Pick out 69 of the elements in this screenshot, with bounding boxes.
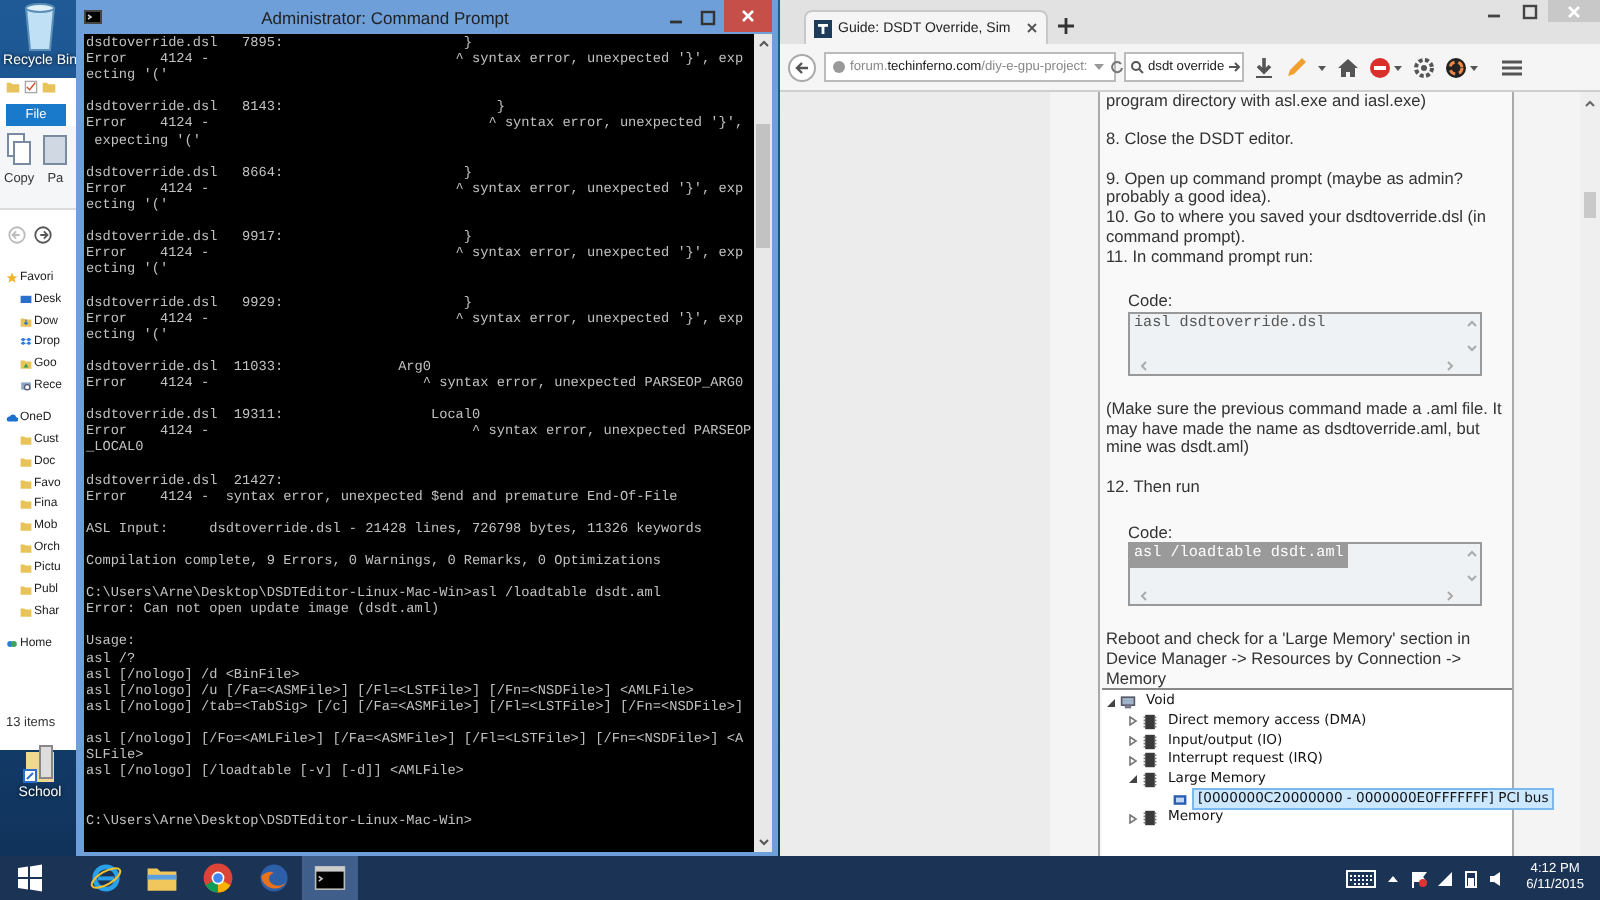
stop-sign-icon[interactable] <box>1368 55 1404 79</box>
homegroup-icon <box>6 638 18 651</box>
code-label: Code: <box>1128 523 1175 543</box>
site-logo-icon <box>814 19 832 37</box>
chip-icon <box>1142 713 1158 730</box>
star-icon <box>6 272 18 285</box>
expanded-arrow-icon[interactable] <box>1106 697 1116 708</box>
maximize-icon <box>1522 3 1538 19</box>
console-icon <box>84 10 102 24</box>
monitor-icon <box>20 294 32 307</box>
trash-bin-icon[interactable] <box>20 0 60 52</box>
collapsed-arrow-icon[interactable] <box>1128 716 1138 727</box>
e-logo-icon <box>90 862 122 894</box>
collapsed-arrow-icon[interactable] <box>1128 755 1138 766</box>
scrollbar[interactable] <box>754 34 772 852</box>
browser-logo-icon <box>202 862 234 894</box>
scroll-thumb[interactable] <box>1584 192 1596 218</box>
go-arrow-icon[interactable] <box>1228 60 1243 74</box>
collapsed-arrow-icon[interactable] <box>1128 813 1138 824</box>
post-paragraph: Reboot and check for a 'Large Memory' section in Device Manager -> Resources by Connection -> Memory <box>1106 630 1473 689</box>
color-wheel-icon[interactable] <box>1444 55 1480 79</box>
checkmark-doc-icon[interactable] <box>24 80 38 94</box>
plus-icon[interactable] <box>1056 16 1076 36</box>
fox-globe-icon <box>258 862 290 894</box>
post-paragraph: 9. Open up command prompt (maybe as admin? probably a good idea). 10. Go to where you saved your dsdtoverride.dsl (in command prompt). 11. In command prompt run: <box>1106 169 1489 267</box>
flag-icon[interactable] <box>1410 869 1429 887</box>
scroll-thumb[interactable] <box>756 124 770 248</box>
close-icon <box>1566 3 1582 19</box>
device-icon <box>1172 791 1188 808</box>
close-icon[interactable] <box>1026 22 1038 34</box>
shortcut-file-icon[interactable] <box>22 744 58 784</box>
code-label: Code: <box>1128 292 1175 312</box>
close-icon <box>740 8 756 24</box>
computer-icon <box>1120 694 1136 711</box>
post-paragraph: 12. Then run <box>1106 477 1202 497</box>
drive-folder-icon <box>20 358 32 371</box>
gear-icon[interactable] <box>1412 55 1436 79</box>
dropbox-icon <box>20 336 32 349</box>
window-title: Administrator: Command Prompt <box>259 7 511 27</box>
post-paragraph: (Make sure the previous command made a .aml file. It may have made the name as dsdtoverride.aml, but mine was dsdt.aml) <box>1106 400 1504 459</box>
copy-icon <box>6 132 33 168</box>
battery-icon[interactable] <box>1462 869 1481 887</box>
dropdown-icon[interactable] <box>1091 60 1106 74</box>
close-button[interactable] <box>724 0 772 32</box>
clipboard-icon <box>42 132 69 168</box>
back-arrow-icon <box>794 59 810 75</box>
reload-icon[interactable] <box>1109 60 1124 74</box>
download-folder-icon <box>20 315 32 328</box>
console-icon <box>314 862 346 894</box>
maximize-icon <box>700 9 716 25</box>
expanded-arrow-icon[interactable] <box>1128 774 1138 785</box>
keyboard-icon[interactable] <box>1346 869 1377 887</box>
post-paragraph: program directory with asl.exe and iasl.exe) <box>1106 92 1429 112</box>
signal-icon[interactable] <box>1436 869 1455 887</box>
collapsed-arrow-icon[interactable] <box>1128 736 1138 747</box>
taskbar-button[interactable] <box>302 856 358 900</box>
download-icon[interactable] <box>1252 55 1276 79</box>
cloud-icon <box>6 412 18 425</box>
folder-icon <box>146 862 178 894</box>
scrollbar[interactable] <box>1580 92 1600 856</box>
forward-icon[interactable] <box>34 226 52 244</box>
home-icon[interactable] <box>1336 55 1360 79</box>
post-paragraph: 8. Close the DSDT editor. <box>1106 130 1296 151</box>
chip-icon <box>1142 810 1158 827</box>
menu-icon[interactable] <box>1500 55 1524 79</box>
globe-icon <box>832 60 846 74</box>
recent-icon <box>20 379 32 392</box>
search-icon <box>1130 60 1144 74</box>
back-button[interactable] <box>788 53 816 81</box>
